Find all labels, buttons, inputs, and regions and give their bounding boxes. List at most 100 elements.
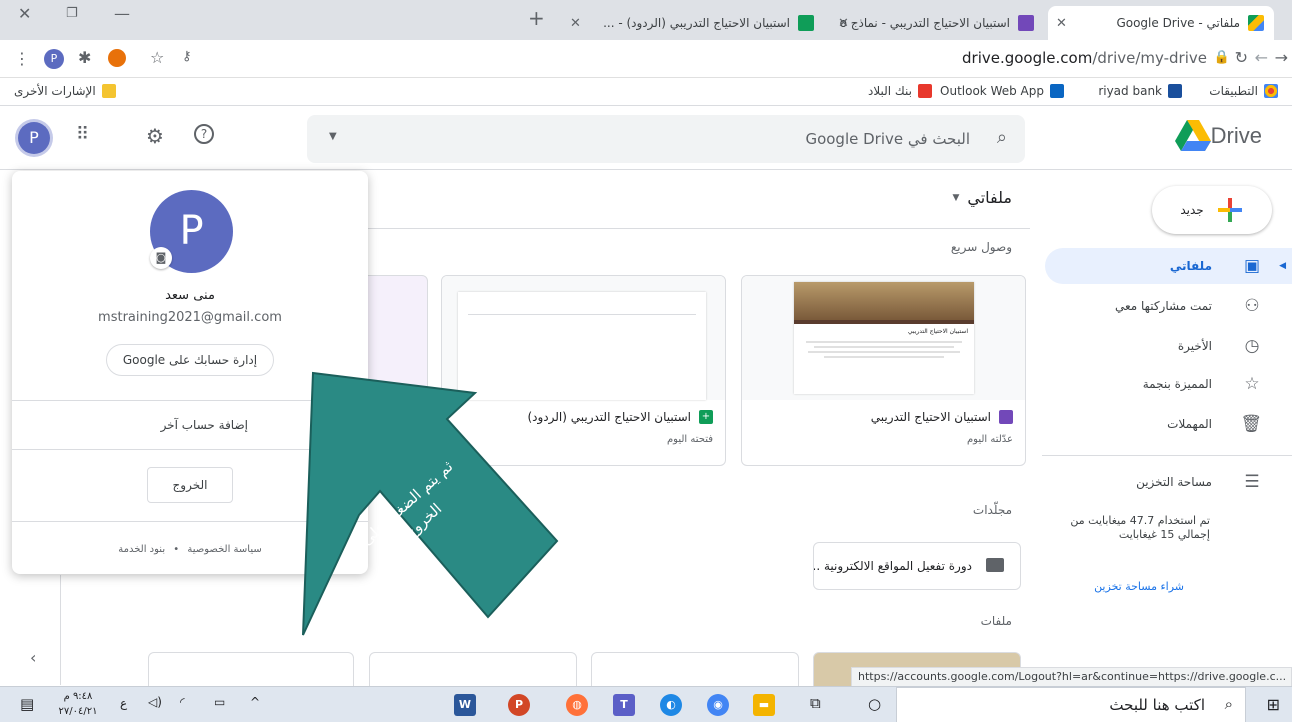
account-email: mstraining2021@gmail.com [98,310,282,325]
add-account-item[interactable]: إضافة حساب آخر [161,418,248,432]
tray-expand-icon[interactable]: ^ [250,695,260,709]
bookmarks-bar: التطبيقات riyad bank Outlook Web App بنك… [0,78,1292,106]
key-icon[interactable]: ⚷ [182,49,192,64]
files-label: ملفات [980,614,1012,628]
back-icon[interactable]: → [1275,48,1288,67]
close-tab-icon[interactable]: ✕ [838,16,849,31]
search-options-chevron-icon[interactable]: ▼ [329,131,337,142]
volume-icon[interactable]: ◁) [148,695,162,709]
bookmark-outlook[interactable]: Outlook Web App [940,84,1064,98]
drive-logo[interactable]: Drive [1174,120,1270,152]
help-icon[interactable]: ? [194,124,214,144]
bookmark-riyad-bank[interactable]: riyad bank [1098,84,1182,98]
tab-title: ملفاتي - Google Drive [1116,16,1240,30]
camera-icon[interactable]: ◙ [150,247,172,269]
nav-storage[interactable]: ☰ مساحة التخزين [1042,464,1292,500]
tab-my-drive[interactable]: ملفاتي - Google Drive ✕ [1048,6,1274,40]
reload-icon[interactable]: ↻ [1235,48,1248,67]
nav-label: المميزة بنجمة [1142,377,1212,391]
taskbar-search-text: اكتب هنا للبحث [1109,696,1205,714]
bookmark-label: التطبيقات [1209,84,1258,98]
nav-label: المهملات [1167,417,1212,431]
clock[interactable]: ٩:٤٨ م ٢٧/٠٤/٢١ [48,689,108,719]
terms-link[interactable]: بنود الخدمة [118,544,165,555]
forward-icon[interactable]: ← [1255,48,1268,67]
word-icon[interactable]: W [454,694,476,716]
nav-recent[interactable]: ◷ الأخيرة [1042,328,1292,364]
account-name: منى سعد [165,288,215,303]
minimize-window-icon[interactable]: — [114,4,130,23]
manage-account-button[interactable]: إدارة حسابك على Google [106,344,274,376]
search-icon[interactable]: ⌕ [997,127,1007,148]
firefox-icon[interactable]: ◍ [566,694,588,716]
shared-icon: ⚇ [1244,296,1260,316]
nav-divider [1042,455,1292,456]
new-button[interactable]: جديد [1152,186,1272,234]
taskbar-search[interactable]: اكتب هنا للبحث ⌕ [896,687,1246,722]
file-activity: عدّلته اليوم [966,434,1013,445]
sign-out-button[interactable]: الخروج [147,467,233,503]
url-field[interactable]: drive.google.com/drive/my-drive [962,49,1207,67]
powerpoint-icon[interactable]: P [508,694,530,716]
page-title[interactable]: ملفاتي ▼ [952,188,1012,207]
bookmark-apps[interactable]: التطبيقات [1209,84,1278,98]
apps-icon[interactable]: ⠿ [76,124,89,145]
search-placeholder: البحث في Google Drive [805,130,970,148]
menu-dots-icon[interactable]: ⋮ [14,49,30,68]
file-name: استبيان الاحتياج التدريبي [871,410,1013,424]
tab-forms[interactable]: استبيان الاحتياج التدريبي - نماذج Goo ✕ [830,6,1044,40]
nav-trash[interactable]: 🗑 المهملات [1042,406,1292,442]
sheets-icon: + [699,410,713,424]
folders-label: مجلّدات [972,503,1012,517]
page-title-text: ملفاتي [967,188,1012,207]
tab-sheets[interactable]: استبيان الاحتياج التدريبي (الردود) - ...… [562,6,824,40]
chevron-down-icon: ▼ [952,192,960,203]
task-view-icon[interactable]: ⧉ [810,694,821,712]
other-bookmarks[interactable]: الإشارات الأخرى [14,84,116,98]
windows-start-icon[interactable]: ⊞ [1267,695,1280,714]
chrome-icon[interactable]: ◉ [707,694,729,716]
nav-starred[interactable]: ☆ المميزة بنجمة [1042,366,1292,402]
clock-time: ٩:٤٨ م [63,691,93,702]
privacy-link[interactable]: سياسة الخصوصية [187,544,261,555]
buy-storage-link[interactable]: شراء مساحة تخزين [1094,580,1184,593]
forms-favicon-icon [1018,15,1034,31]
bookmark-star-icon[interactable]: ☆ [150,48,164,67]
nav-my-drive[interactable]: ◀ ▣ ملفاتي [1045,248,1292,284]
account-avatar[interactable]: P [18,122,50,154]
new-tab-button[interactable]: + [528,6,545,30]
settings-gear-icon[interactable]: ⚙ [146,124,164,148]
nav-shared-with-me[interactable]: ⚇ تمت مشاركتها معي [1042,288,1292,324]
notification-center-icon[interactable]: ▤ [20,695,34,713]
close-tab-icon[interactable]: ✕ [1056,16,1067,31]
profile-avatar[interactable]: P [44,49,64,69]
nav-label: تمت مشاركتها معي [1114,299,1212,313]
expand-caret-icon[interactable]: ◀ [1279,261,1286,271]
nav-label: ملفاتي [1169,259,1212,273]
restore-window-icon[interactable]: ❐ [66,6,78,21]
search-box[interactable]: ▼ البحث في Google Drive ⌕ [307,115,1025,163]
windows-taskbar: ⊞ اكتب هنا للبحث ⌕ ○ ⧉ ▬ ◉ ◐ T ◍ P W ^ ▭… [0,686,1292,722]
bookmark-albilad[interactable]: بنك البلاد [868,84,932,98]
extensions-icon[interactable]: ✱ [78,48,91,67]
battery-icon[interactable]: ▭ [214,695,225,709]
file-explorer-icon[interactable]: ▬ [753,694,775,716]
storage-icon: ☰ [1244,472,1260,492]
file-thumbnail: استبيان الاحتياج التدريبي [742,276,1025,400]
my-drive-icon: ▣ [1243,256,1261,276]
wifi-icon[interactable]: ◜ [180,695,185,709]
folder-item[interactable]: دورة تفعيل المواقع الالكترونية ... [813,542,1021,590]
extension-icon[interactable] [108,49,126,67]
edge-icon[interactable]: ◐ [660,694,682,716]
language-indicator[interactable]: ع [120,696,127,710]
cortana-icon[interactable]: ○ [868,695,881,713]
lock-icon[interactable]: 🔒 [1214,50,1230,65]
quick-access-card[interactable]: استبيان الاحتياج التدريبي استبيان الاحتي… [741,275,1026,466]
folder-icon [986,558,1004,572]
close-window-icon[interactable]: ✕ [18,4,31,23]
teams-icon[interactable]: T [613,694,635,716]
browser-tab-strip: ✕ ❐ — ملفاتي - Google Drive ✕ استبيان ال… [0,0,1292,40]
close-tab-icon[interactable]: ✕ [570,16,581,31]
collapse-chevron-icon[interactable]: ‹ [30,648,36,667]
drive-logo-text: Drive [1210,123,1262,148]
